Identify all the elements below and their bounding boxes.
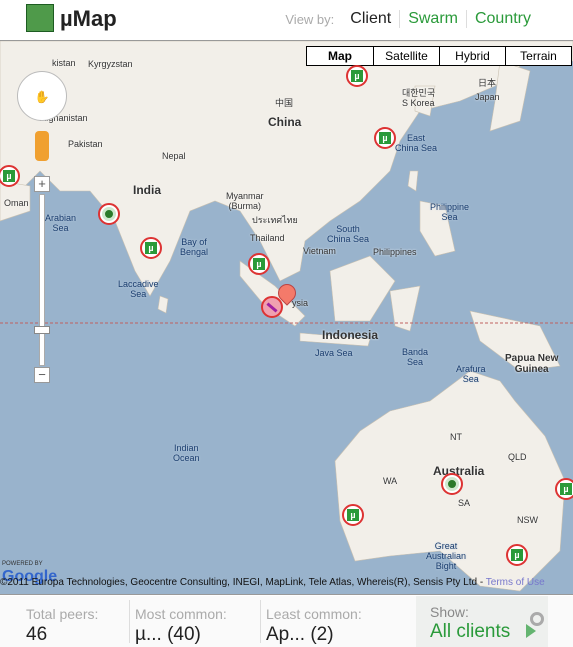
map-label: India (133, 183, 162, 197)
map-label: kistan (52, 58, 76, 68)
client-icon (266, 301, 278, 313)
utorrent-icon: µ (560, 483, 572, 495)
view-by-label: View by: (285, 11, 335, 27)
map-label: NT (450, 432, 462, 442)
total-peers-label: Total peers: (26, 606, 99, 622)
zoom-control: + − (34, 176, 50, 386)
pegman-icon[interactable] (35, 131, 49, 161)
map-label: East China Sea (395, 133, 438, 153)
land-borneo (329, 255, 396, 322)
attribution-text: ©2011 Europa Technologies, Geocentre Con… (0, 577, 486, 588)
peer-marker[interactable]: µ (555, 478, 573, 500)
land-srilanka (157, 295, 169, 314)
least-common-value: Ap... (2) (266, 624, 334, 645)
utorrent-icon: µ (351, 70, 363, 82)
map-label: QLD (508, 452, 527, 462)
peer-marker[interactable]: µ (506, 544, 528, 566)
stats-footer: Total peers: 46 Most common: µ... (40) L… (0, 596, 573, 647)
view-client[interactable]: Client (342, 10, 399, 28)
zoom-out-button[interactable]: − (34, 367, 50, 383)
map-label: Banda Sea (402, 347, 429, 367)
pan-control[interactable]: ✋ (17, 71, 67, 121)
map-label: Great Australian Bight (426, 541, 467, 571)
map-label: ysia (292, 298, 309, 308)
map-label: Vietnam (303, 246, 336, 256)
map-label: Kyrgyzstan (88, 59, 133, 69)
peer-marker[interactable] (98, 203, 120, 225)
zoom-in-button[interactable]: + (34, 176, 50, 192)
map-attribution: ©2011 Europa Technologies, Geocentre Con… (0, 577, 545, 588)
most-common-label: Most common: (135, 606, 227, 622)
app-title: µMap (60, 6, 117, 31)
peer-marker[interactable]: µ (248, 253, 270, 275)
map-label: Thailand (250, 233, 285, 243)
map-label: Bay of Bengal (180, 237, 209, 257)
map-label: 日本 (478, 78, 497, 88)
map-label: SA (458, 498, 471, 508)
map-label: ประเทศไทย (252, 215, 298, 225)
map-label: Laccadive Sea (118, 279, 159, 299)
show-filter[interactable]: Show: All clients (416, 596, 548, 647)
terms-of-use-link[interactable]: Terms of Use (486, 577, 545, 588)
map-label: Nepal (162, 151, 186, 161)
azureus-icon (445, 477, 459, 491)
map-type-hybrid[interactable]: Hybrid (439, 47, 505, 65)
zoom-slider[interactable] (39, 194, 45, 366)
map-type-terrain[interactable]: Terrain (505, 47, 571, 65)
map-label: Myanmar (Burma) (226, 191, 264, 211)
total-peers-value: 46 (26, 624, 48, 645)
map-label: Arafura Sea (456, 364, 486, 384)
utorrent-icon: µ (379, 132, 391, 144)
utorrent-icon: µ (347, 509, 359, 521)
map-type-satellite[interactable]: Satellite (373, 47, 439, 65)
map-label: WA (383, 476, 398, 486)
total-peers: Total peers: 46 (0, 600, 130, 645)
most-common: Most common: µ... (40) (130, 600, 261, 645)
map-label: 中国 (275, 98, 294, 108)
map-label: NSW (517, 515, 538, 525)
map-type-map[interactable]: Map (307, 47, 373, 65)
hand-icon: ✋ (34, 90, 50, 104)
map-label: Pakistan (68, 139, 103, 149)
powered-by: POWERED BY (2, 561, 43, 567)
map[interactable]: kistan Kyrgyzstan Afghanistan Pakistan N… (0, 40, 573, 595)
azureus-icon (102, 207, 116, 221)
map-label: Papua New Guinea (505, 353, 559, 375)
peer-marker[interactable]: µ (140, 237, 162, 259)
least-common-label: Least common: (266, 606, 362, 622)
utorrent-icon: µ (145, 242, 157, 254)
map-type-control: Map Satellite Hybrid Terrain (306, 46, 572, 66)
utorrent-icon: µ (253, 258, 265, 270)
utorrent-icon: µ (511, 549, 523, 561)
play-arrow-icon[interactable] (526, 624, 536, 638)
header: µMap View by: Client Swarm Country (0, 0, 573, 40)
map-label: China (268, 115, 302, 129)
view-by: View by: Client Swarm Country (285, 10, 539, 28)
view-country[interactable]: Country (465, 10, 539, 28)
map-label: Japan (475, 92, 500, 102)
map-label: South China Sea (327, 224, 370, 244)
peer-marker[interactable]: µ (342, 504, 364, 526)
map-label: Oman (4, 198, 29, 208)
view-swarm[interactable]: Swarm (399, 10, 466, 28)
land-sulawesi (389, 285, 421, 332)
map-label: S Korea (402, 98, 435, 108)
peer-marker[interactable]: µ (346, 65, 368, 87)
map-label: Philippines (373, 247, 417, 257)
least-common: Least common: Ap... (2) (261, 600, 392, 645)
umap-logo-icon (26, 4, 54, 32)
utorrent-icon: µ (3, 170, 15, 182)
map-label: Philippine Sea (430, 202, 470, 222)
peer-marker[interactable]: µ (374, 127, 396, 149)
peer-marker[interactable] (441, 473, 463, 495)
map-label: Indonesia (322, 328, 379, 342)
land-taiwan (407, 170, 419, 192)
map-label: Java Sea (315, 348, 353, 358)
map-label: Indian Ocean (173, 443, 200, 463)
most-common-value: µ... (40) (135, 624, 201, 645)
zoom-slider-handle[interactable] (34, 326, 50, 334)
